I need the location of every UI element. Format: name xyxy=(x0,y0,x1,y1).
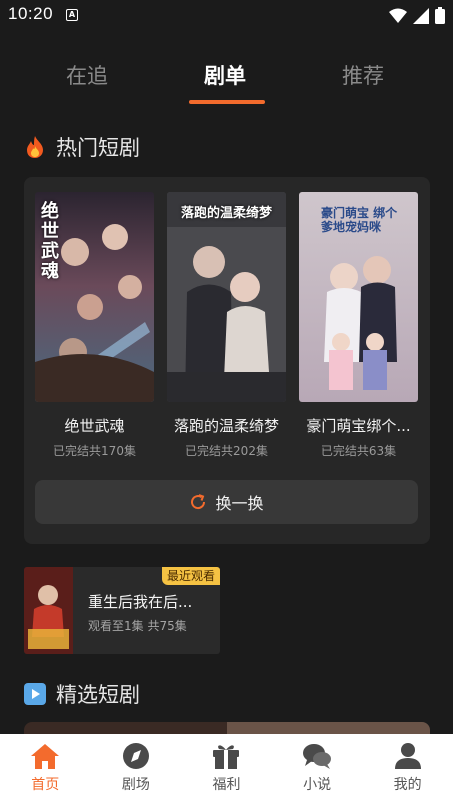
nav-profile-label: 我的 xyxy=(393,777,422,793)
tab-recommend[interactable]: 推荐 xyxy=(342,60,384,90)
recent-badge: 最近观看 xyxy=(161,567,220,585)
play-icon xyxy=(24,683,46,705)
picks-section-title: 精选短剧 xyxy=(56,683,140,707)
status-bar: 10:20 A xyxy=(0,0,453,30)
nav-home-label: 首页 xyxy=(31,777,60,793)
drama-card[interactable]: 落跑的温柔绮梦 落跑的温柔绮梦 已完结共202集 xyxy=(167,192,286,459)
hot-dramas-panel: 绝世武魂 绝世武魂 已完结共170集 落跑的温柔绮梦 落跑的温柔绮梦 已完结共2… xyxy=(24,177,430,544)
wifi-icon xyxy=(389,8,407,23)
top-tabs: 在追 剧单 推荐 xyxy=(0,52,453,108)
user-icon xyxy=(394,743,421,769)
app-screen: 10:20 A 在追 剧单 推荐 热门短剧 绝世武魂 绝世武魂 已完结共170集… xyxy=(0,0,453,805)
chat-icon xyxy=(303,744,332,769)
drama-name: 绝世武魂 xyxy=(64,417,125,435)
refresh-icon xyxy=(191,494,206,510)
drama-poster[interactable]: 落跑的温柔绮梦 xyxy=(167,192,286,402)
battery-icon xyxy=(435,7,445,24)
drama-name: 落跑的温柔绮梦 xyxy=(173,417,279,435)
refresh-label: 换一换 xyxy=(215,494,264,513)
drama-poster[interactable]: 绝世武魂 xyxy=(35,192,154,402)
drama-name: 豪门萌宝绑个... xyxy=(306,417,411,435)
drama-meta: 已完结共63集 xyxy=(320,444,397,458)
tab-following[interactable]: 在追 xyxy=(66,60,108,90)
nav-benefits-label: 福利 xyxy=(212,777,241,793)
recent-title: 重生后我在后... xyxy=(88,593,193,611)
nav-theater-label: 剧场 xyxy=(121,777,150,793)
fire-icon xyxy=(27,136,43,158)
recent-watch-card[interactable]: 最近观看 重生后我在后... 观看至1集 共75集 xyxy=(24,567,220,654)
compass-icon xyxy=(122,743,149,769)
hot-section-header: 热门短剧 xyxy=(24,132,140,162)
nav-theater[interactable]: 剧场 xyxy=(91,734,182,805)
poster-title-text: 绝世武魂 xyxy=(41,201,59,282)
drama-meta: 已完结共202集 xyxy=(185,444,268,458)
home-icon xyxy=(31,744,60,769)
notification-icon: A xyxy=(66,9,78,21)
refresh-button[interactable]: 换一换 xyxy=(35,480,418,524)
recent-thumbnail xyxy=(24,567,73,654)
picks-section-header: 精选短剧 xyxy=(24,679,140,709)
poster-title-text: 落跑的温柔绮梦 xyxy=(180,206,272,221)
nav-benefits[interactable]: 福利 xyxy=(181,734,272,805)
nav-novel-label: 小说 xyxy=(303,777,332,793)
tab-active-indicator xyxy=(189,100,265,104)
tab-drama-list[interactable]: 剧单 xyxy=(204,60,246,90)
drama-card[interactable]: 绝世武魂 绝世武魂 已完结共170集 xyxy=(35,192,154,459)
system-icons xyxy=(389,7,445,24)
status-time: 10:20 xyxy=(8,4,54,23)
drama-meta: 已完结共170集 xyxy=(53,444,136,458)
poster-title-text: 豪门萌宝 绑个爹地宠妈咪 xyxy=(321,206,398,234)
bottom-nav: 首页 剧场 福利 小说 我的 xyxy=(0,734,453,805)
signal-icon xyxy=(413,7,429,24)
recent-progress: 观看至1集 共75集 xyxy=(88,619,187,633)
poster-image xyxy=(167,192,286,402)
drama-card[interactable]: 豪门萌宝 绑个爹地宠妈咪 豪门萌宝绑个... 已完结共63集 xyxy=(299,192,418,459)
hot-section-title: 热门短剧 xyxy=(56,136,140,160)
nav-home[interactable]: 首页 xyxy=(0,734,91,805)
nav-profile[interactable]: 我的 xyxy=(362,734,453,805)
nav-novel[interactable]: 小说 xyxy=(272,734,363,805)
drama-poster[interactable]: 豪门萌宝 绑个爹地宠妈咪 xyxy=(299,192,418,402)
gift-icon xyxy=(213,745,240,769)
